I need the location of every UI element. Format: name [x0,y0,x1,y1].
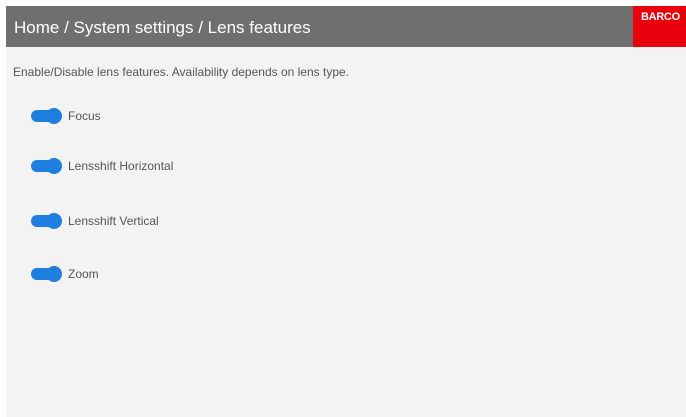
lensshift-horizontal-label: Lensshift Horizontal [68,159,174,173]
zoom-label: Zoom [68,267,99,281]
toggle-knob [46,213,62,229]
page-description: Enable/Disable lens features. Availabili… [13,65,349,79]
focus-toggle[interactable] [31,108,62,124]
feature-row-lensshift-vertical: Lensshift Vertical [31,211,331,231]
toggle-knob [46,158,62,174]
feature-row-focus: Focus [31,106,331,126]
lensshift-horizontal-toggle[interactable] [31,158,62,174]
lensshift-vertical-toggle[interactable] [31,213,62,229]
feature-row-lensshift-horizontal: Lensshift Horizontal [31,156,331,176]
toggle-knob [46,266,62,282]
barco-logo: BARCO [633,6,686,47]
focus-label: Focus [68,109,101,123]
zoom-toggle[interactable] [31,266,62,282]
logo-text: BARCO [641,11,680,23]
lensshift-vertical-label: Lensshift Vertical [68,214,159,228]
toggle-knob [46,108,62,124]
header-bar: Home / System settings / Lens features B… [6,6,686,47]
settings-window: Home / System settings / Lens features B… [6,6,686,417]
breadcrumb[interactable]: Home / System settings / Lens features [14,18,311,38]
feature-row-zoom: Zoom [31,264,331,284]
